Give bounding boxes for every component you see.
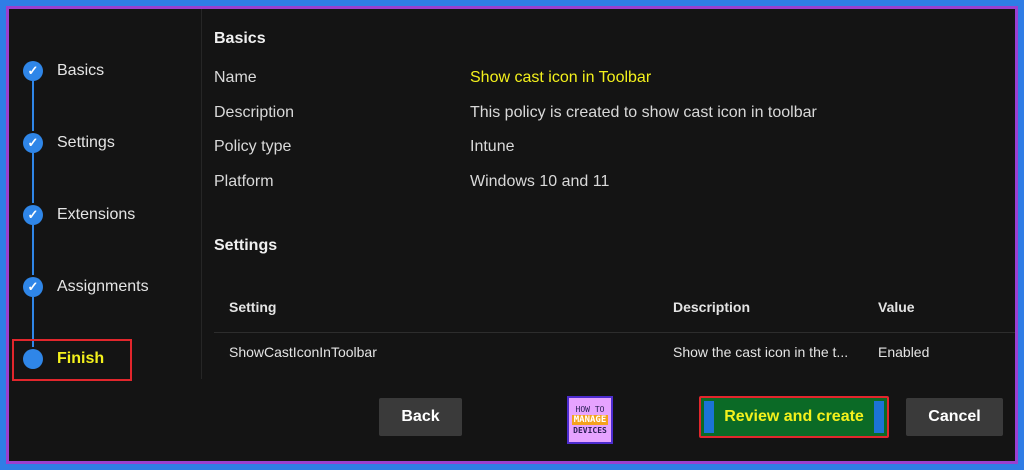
field-label: Policy type <box>214 138 292 155</box>
step-settings[interactable]: ✓ Settings <box>23 133 115 153</box>
checkmark-icon: ✓ <box>23 205 43 225</box>
description-cell: Show the cast icon in the t... <box>673 344 849 360</box>
step-connector <box>32 225 34 275</box>
field-label: Description <box>214 104 295 121</box>
field-label: Platform <box>214 173 274 190</box>
step-basics[interactable]: ✓ Basics <box>23 61 104 81</box>
step-extensions[interactable]: ✓ Extensions <box>23 205 135 225</box>
step-finish[interactable]: Finish <box>23 349 104 369</box>
current-step-dot-icon <box>23 349 43 369</box>
step-assignments[interactable]: ✓ Assignments <box>23 277 149 297</box>
column-header[interactable]: Setting <box>229 299 276 315</box>
step-connector <box>32 81 34 131</box>
how-to-manage-devices-logo: HOW TO MANAGE DEVICES <box>567 396 613 444</box>
review-and-create-button[interactable]: Review and create <box>699 396 889 438</box>
back-button[interactable]: Back <box>379 398 462 436</box>
column-header[interactable]: Value <box>878 299 915 315</box>
wizard-panel: ✓ Basics ✓ Settings ✓ Extensions ✓ Assig… <box>9 9 1015 461</box>
step-label: Basics <box>57 62 105 79</box>
step-label: Extensions <box>57 206 136 223</box>
step-connector <box>32 153 34 203</box>
field-value: Windows 10 and 11 <box>470 173 610 190</box>
step-label: Settings <box>57 134 115 151</box>
step-label: Finish <box>57 350 105 367</box>
settings-heading: Settings <box>214 237 278 254</box>
value-cell: Enabled <box>878 344 930 360</box>
button-edge-accent <box>704 401 714 433</box>
checkmark-icon: ✓ <box>23 277 43 297</box>
checkmark-icon: ✓ <box>23 61 43 81</box>
button-edge-accent <box>874 401 884 433</box>
cancel-button[interactable]: Cancel <box>906 398 1003 436</box>
field-value: Intune <box>470 138 515 155</box>
checkmark-icon: ✓ <box>23 133 43 153</box>
basics-heading: Basics <box>214 30 266 47</box>
wizard-steps: ✓ Basics ✓ Settings ✓ Extensions ✓ Assig… <box>9 9 202 381</box>
step-label: Assignments <box>57 278 149 295</box>
table-divider <box>214 332 1015 333</box>
setting-cell: ShowCastIconInToolbar <box>229 344 377 360</box>
field-value: Show cast icon in Toolbar <box>470 69 652 86</box>
review-content: Basics Name Show cast icon in Toolbar De… <box>202 9 1015 379</box>
column-header[interactable]: Description <box>673 299 750 315</box>
field-value: This policy is created to show cast icon… <box>470 104 817 121</box>
review-and-create-label: Review and create <box>724 408 864 425</box>
field-label: Name <box>214 69 257 86</box>
